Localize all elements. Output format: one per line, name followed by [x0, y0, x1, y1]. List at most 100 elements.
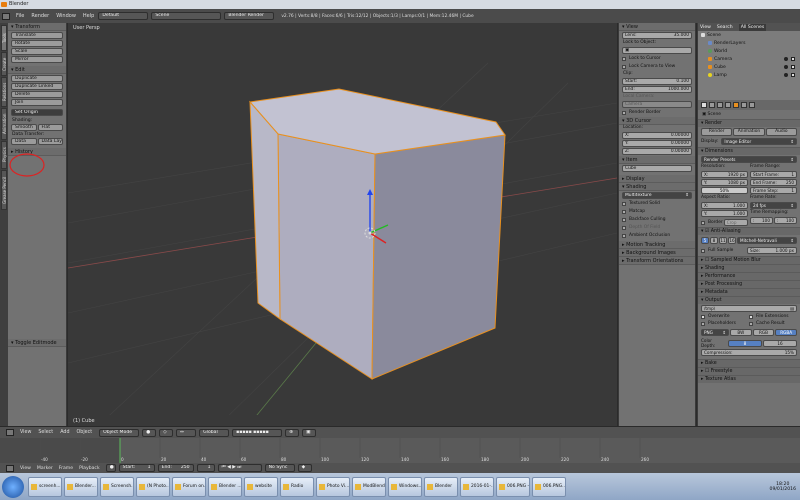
tab-animation[interactable]: Animation — [1, 108, 7, 140]
snap-toggle[interactable]: ⊕ — [285, 428, 300, 437]
performance-section-header[interactable]: ▸ Performance — [698, 272, 800, 280]
menu-help[interactable]: Help — [83, 13, 94, 19]
timeline[interactable]: -40 -20 0 20 40 60 80 100 120 140 160 180 200 220 240 2… — [0, 438, 800, 463]
select-arrow-icon[interactable] — [791, 73, 795, 77]
matcap-checkbox[interactable]: Matcap — [622, 208, 692, 215]
cursor-y-field[interactable]: Y: 0.00000 — [622, 140, 692, 147]
frame-step-field[interactable]: Frame Step: 1 — [750, 187, 797, 194]
record-button[interactable]: ● — [105, 464, 116, 472]
output-section-header[interactable]: ▾ Output — [698, 296, 800, 304]
outliner-item-world[interactable]: World — [698, 47, 800, 55]
keying-icon[interactable]: ◆ — [297, 464, 312, 472]
cursor-x-field[interactable]: X: 0.00000 — [622, 132, 692, 139]
viewport-canvas[interactable] — [68, 23, 617, 426]
delete-button[interactable]: Delete — [11, 91, 63, 98]
taskbar-button[interactable]: screenh... — [28, 476, 62, 497]
render-presets-dropdown[interactable]: Render Presets ⇕ — [701, 156, 797, 163]
transform-orientations-panel-header[interactable]: ▸ Transform Orientations — [619, 257, 695, 265]
mode-dropdown[interactable]: Object Mode — [99, 428, 140, 437]
taskbar-button[interactable]: 2016-01-... — [460, 476, 494, 497]
end-frame-field[interactable]: End: 250 — [157, 464, 194, 472]
anti-aliasing-section-header[interactable]: ▾ ☑ Anti-Aliasing — [698, 227, 800, 235]
sampled-motion-blur-section-header[interactable]: ▸ ☐ Sampled Motion Blur — [698, 256, 800, 264]
taskbar-button[interactable]: ModBlend... — [352, 476, 386, 497]
layers-context-icon[interactable] — [709, 102, 715, 108]
transform-panel-header[interactable]: ▾ Transform — [8, 23, 66, 31]
display-panel-header[interactable]: ▸ Display — [619, 175, 695, 183]
outliner-tab-view[interactable]: View — [700, 25, 711, 30]
background-images-panel-header[interactable]: ▸ Background Images — [619, 249, 695, 257]
aa-sample-16[interactable]: 16 — [728, 237, 736, 244]
timeline-menu-view[interactable]: View — [20, 466, 31, 471]
menu-window[interactable]: Window — [56, 13, 76, 19]
translate-button[interactable]: Translate — [11, 32, 63, 39]
visibility-eye-icon[interactable] — [784, 57, 788, 61]
playback-controls[interactable]: ⏮ ◀ ▶ ⏭ — [217, 464, 262, 472]
clip-end-field[interactable]: End: 1000.000 — [622, 86, 692, 93]
placeholders-checkbox[interactable]: Placeholders — [701, 320, 749, 327]
shading-section-header[interactable]: ▸ Shading — [698, 264, 800, 272]
cube-right-face[interactable] — [371, 134, 506, 380]
3d-cursor-panel-header[interactable]: ▾ 3D Cursor — [619, 117, 695, 125]
item-panel-header[interactable]: ▾ Item — [619, 156, 695, 164]
cursor-z-field[interactable]: Z: 0.00000 — [622, 148, 692, 155]
outliner-item-renderlayers[interactable]: RenderLayers — [698, 39, 800, 47]
animation-button[interactable]: Animation — [733, 128, 765, 136]
crop-button[interactable]: Crop — [723, 219, 748, 226]
timeline-menu-marker[interactable]: Marker — [37, 466, 53, 471]
render-preview-icon[interactable]: ▣ — [302, 428, 317, 437]
motion-tracking-panel-header[interactable]: ▸ Motion Tracking — [619, 241, 695, 249]
taskbar-button[interactable]: 006.PNG... — [532, 476, 566, 497]
tab-create[interactable]: Create — [1, 52, 7, 76]
visibility-eye-icon[interactable] — [784, 65, 788, 69]
view-panel-header[interactable]: ▾ View — [619, 23, 695, 31]
tab-physics[interactable]: Physics — [1, 141, 7, 169]
lock-camera-to-view-checkbox[interactable]: Lock Camera to View — [622, 63, 692, 70]
data-button[interactable]: Data — [11, 138, 37, 145]
frame-rate-dropdown[interactable]: 24 fps ⇕ — [750, 202, 797, 209]
aa-sample-5[interactable]: 5 — [701, 237, 709, 244]
taskbar-button[interactable]: 006.PNG -... — [496, 476, 530, 497]
editor-type-icon[interactable] — [2, 12, 10, 20]
cube-left-face[interactable] — [277, 133, 376, 380]
outliner-tab-search[interactable]: Search — [717, 25, 733, 30]
outliner-item-cube[interactable]: Cube — [698, 63, 800, 71]
world-context-icon[interactable] — [725, 102, 731, 108]
render-section-header[interactable]: ▾ Render — [698, 119, 800, 127]
metadata-section-header[interactable]: ▸ Metadata — [698, 288, 800, 296]
orientation-dropdown[interactable]: Global — [199, 428, 230, 437]
full-sample-checkbox[interactable]: Full Sample — [701, 247, 745, 254]
editor-type-icon[interactable] — [6, 429, 14, 436]
file-format-dropdown[interactable]: PNG ⇕ — [701, 329, 729, 336]
clip-start-field[interactable]: Start: 0.100 — [622, 78, 692, 85]
timeline-menu-frame[interactable]: Frame — [59, 466, 73, 471]
outliner-item-scene[interactable]: Scene — [698, 31, 800, 39]
rotate-button[interactable]: Rotate — [11, 40, 63, 47]
aa-sample-11[interactable]: 11 — [719, 237, 727, 244]
dimensions-section-header[interactable]: ▾ Dimensions — [698, 147, 800, 155]
scene-context-icon[interactable] — [717, 102, 723, 108]
render-border-checkbox[interactable]: Render Border — [622, 109, 692, 116]
lock-to-cursor-checkbox[interactable]: Lock to Cursor — [622, 55, 692, 62]
modifier-context-icon[interactable] — [741, 102, 747, 108]
border-checkbox[interactable]: Border — [701, 219, 723, 226]
backface-culling-checkbox[interactable]: Backface Culling — [622, 216, 692, 223]
sync-dropdown[interactable]: No Sync — [264, 464, 295, 472]
start-frame-field[interactable]: Start: 1 — [118, 464, 155, 472]
outliner-item-lamp[interactable]: Lamp — [698, 71, 800, 79]
duplicate-linked-button[interactable]: Duplicate Linked — [11, 83, 63, 90]
outliner-tab-all-scenes[interactable]: All Scenes — [738, 23, 767, 31]
local-camera-field[interactable]: Camera — [622, 101, 692, 108]
aa-filter-dropdown[interactable]: Mitchell-Netravali ⇕ — [737, 237, 797, 244]
taskbar-button[interactable]: Blender — [424, 476, 458, 497]
bake-section-header[interactable]: ▸ Bake — [698, 359, 800, 367]
3d-viewport[interactable] — [68, 23, 617, 426]
layers-grid[interactable]: ▪▪▪▪▪ ▪▪▪▪▪ — [232, 428, 283, 437]
editor-type-icon[interactable] — [6, 464, 14, 472]
render-engine-dropdown[interactable]: Blender Render — [224, 12, 275, 20]
toggle-editmode-panel[interactable]: ▾ Toggle Editmode — [8, 339, 66, 347]
tab-tools[interactable]: Tools — [1, 25, 7, 51]
pivot-dropdown[interactable]: ◇ — [159, 428, 174, 437]
start-button[interactable] — [2, 475, 24, 498]
shading-panel-header[interactable]: ▾ Shading — [619, 183, 695, 191]
